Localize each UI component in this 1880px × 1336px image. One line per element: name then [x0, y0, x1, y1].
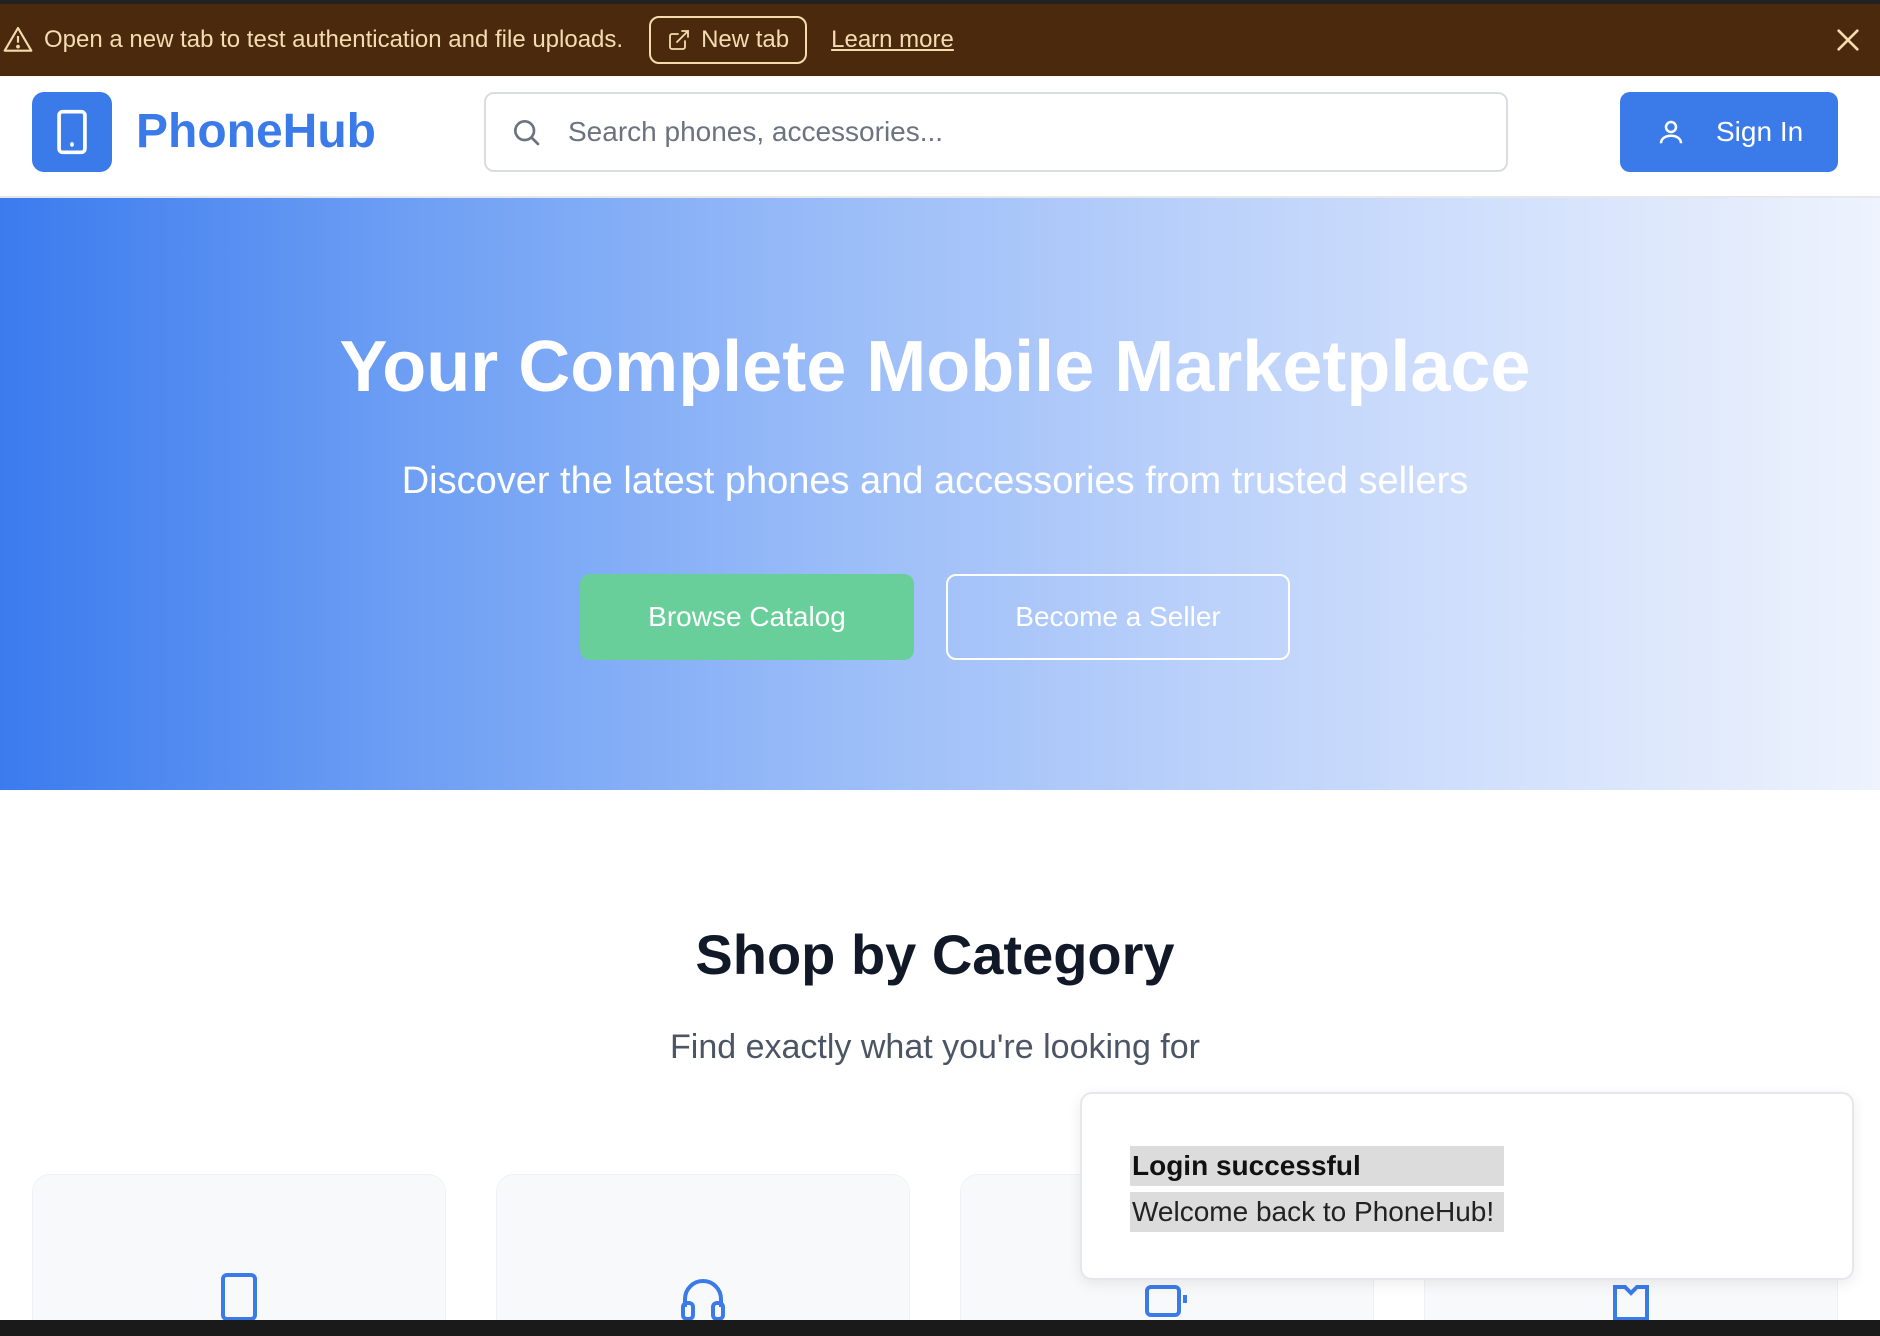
section-subtitle: Find exactly what you're looking for	[670, 1028, 1200, 1066]
notice-banner: Open a new tab to test authentication an…	[0, 4, 1880, 76]
search-input[interactable]	[568, 116, 1468, 148]
logo[interactable]	[32, 92, 112, 172]
toast-notification[interactable]: Login successful Welcome back to PhoneHu…	[1080, 1092, 1854, 1280]
external-link-icon	[669, 30, 689, 50]
window-bottom-edge	[0, 1320, 1880, 1336]
smartphone-icon	[221, 1273, 257, 1320]
new-tab-button[interactable]: New tab	[649, 16, 808, 64]
close-icon[interactable]	[1832, 24, 1864, 56]
section-title: Shop by Category	[695, 923, 1175, 986]
search-bar	[484, 92, 1508, 172]
warning-icon	[3, 26, 33, 52]
search-icon	[514, 119, 540, 146]
hero-section: Your Complete Mobile Marketplace Discove…	[0, 198, 1880, 790]
browse-catalog-button[interactable]: Browse Catalog	[580, 574, 914, 660]
new-tab-label: New tab	[701, 26, 790, 53]
toast-description: Welcome back to PhoneHub!	[1130, 1192, 1504, 1232]
site-header: PhoneHub Sign In	[0, 76, 1880, 198]
sign-in-label: Sign In	[1716, 116, 1804, 147]
brand-name[interactable]: PhoneHub	[136, 104, 376, 159]
smartphone-icon	[57, 109, 87, 155]
become-seller-button[interactable]: Become a Seller	[946, 574, 1290, 660]
toast-title: Login successful	[1130, 1146, 1504, 1186]
hero-subtitle: Discover the latest phones and accessori…	[401, 460, 1469, 502]
learn-more-link[interactable]: Learn more	[831, 26, 954, 54]
category-card-audio[interactable]	[496, 1174, 910, 1320]
user-icon	[1659, 120, 1683, 144]
banner-message: Open a new tab to test authentication an…	[44, 26, 624, 53]
headphones-icon	[681, 1279, 725, 1320]
category-card-phones[interactable]	[32, 1174, 446, 1320]
hero-title: Your Complete Mobile Marketplace	[339, 327, 1531, 407]
sign-in-button[interactable]: Sign In	[1620, 92, 1838, 172]
